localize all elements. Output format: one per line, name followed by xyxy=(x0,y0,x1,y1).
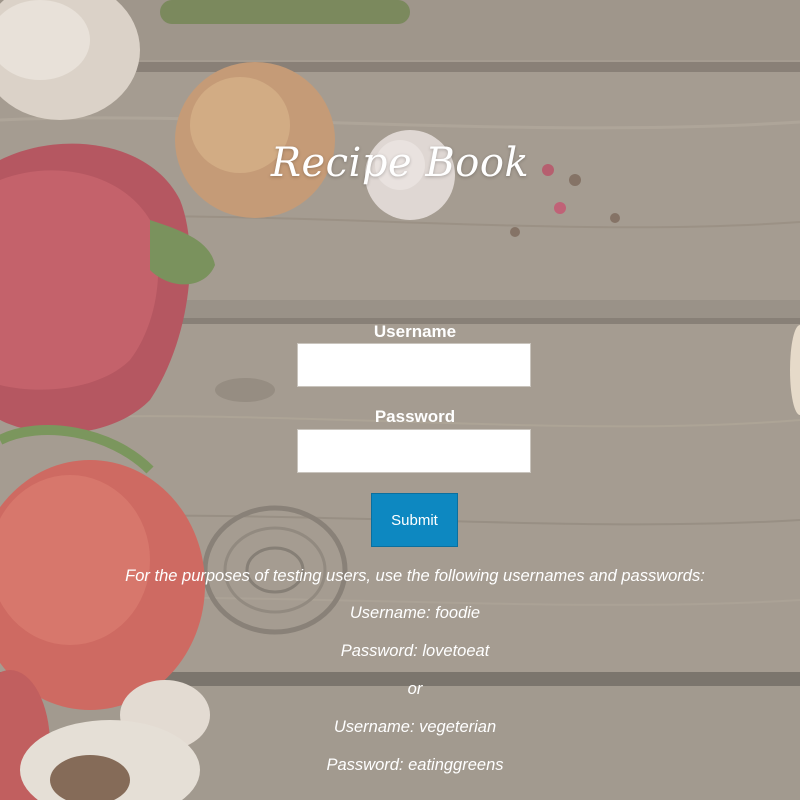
testing-note-line: Username: foodie xyxy=(349,604,481,622)
username-input[interactable] xyxy=(297,343,531,387)
username-label: Username xyxy=(373,322,457,341)
testing-note-line: Username: vegeterian xyxy=(333,718,497,736)
submit-button[interactable]: Submit xyxy=(371,493,458,547)
testing-note-intro: For the purposes of testing users, use t… xyxy=(125,567,705,585)
testing-note-line: Password: eatinggreens xyxy=(326,756,504,774)
page-title: Recipe Book xyxy=(270,140,530,186)
password-label: Password xyxy=(374,407,456,426)
testing-note-line: Password: lovetoeat xyxy=(340,642,490,660)
testing-note-line: or xyxy=(407,680,423,698)
password-input[interactable] xyxy=(297,429,531,473)
login-page: Recipe Book Username Password Submit For… xyxy=(0,0,800,800)
